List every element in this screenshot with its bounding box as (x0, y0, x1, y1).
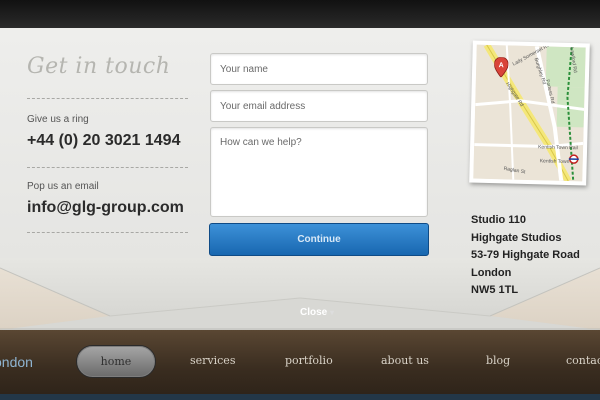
studio-address: Studio 110 Highgate Studios 53-79 Highga… (471, 212, 580, 300)
chevron-down-icon: ▾ (330, 308, 335, 317)
divider (27, 232, 188, 233)
site-logo[interactable]: ondon (0, 354, 33, 370)
divider (27, 167, 188, 168)
main-navigation: ondon home services portfolio about us b… (0, 330, 600, 400)
contact-panel: Get in touch Give us a ring +44 (0) 20 3… (0, 28, 600, 330)
nav-item-about-us[interactable]: about us (381, 354, 429, 367)
email-label: Pop us an email (27, 181, 99, 192)
nav-item-portfolio[interactable]: portfolio (285, 354, 333, 367)
address-line: 53-79 Highgate Road (471, 249, 580, 261)
bottom-strip (0, 394, 600, 400)
nav-item-services[interactable]: services (190, 354, 235, 367)
address-line: London (471, 266, 512, 279)
address-line: NW5 1TL (471, 284, 519, 296)
close-label: Close (300, 307, 328, 318)
email-field[interactable] (210, 90, 428, 122)
map-marker-icon[interactable]: A (493, 57, 509, 78)
phone-number[interactable]: +44 (0) 20 3021 1494 (27, 132, 180, 150)
map-street-label: Kentish Town (539, 158, 570, 166)
email-address[interactable]: info@glg-group.com (27, 199, 184, 217)
phone-label: Give us a ring (27, 114, 89, 125)
map-image[interactable]: A Lady Somerset Rd Burghley Rd Highgate … (473, 44, 586, 182)
address-line: Studio 110 (471, 214, 527, 226)
nav-item-contact[interactable]: contact (566, 354, 600, 367)
top-strip (0, 0, 600, 28)
continue-button[interactable]: Continue (209, 223, 429, 256)
message-field[interactable] (210, 127, 428, 217)
name-field[interactable] (210, 53, 428, 85)
location-map[interactable]: A Lady Somerset Rd Burghley Rd Highgate … (469, 40, 590, 186)
address-line: Highgate Studios (471, 231, 562, 244)
nav-item-blog[interactable]: blog (486, 354, 510, 367)
divider (27, 98, 188, 99)
nav-item-home[interactable]: home (76, 345, 156, 378)
map-street-label: Kentish Town Rail (538, 144, 578, 152)
get-in-touch-heading: Get in touch (27, 54, 171, 79)
map-marker-label: A (499, 62, 504, 69)
close-panel-link[interactable]: Close ▾ (300, 307, 334, 318)
